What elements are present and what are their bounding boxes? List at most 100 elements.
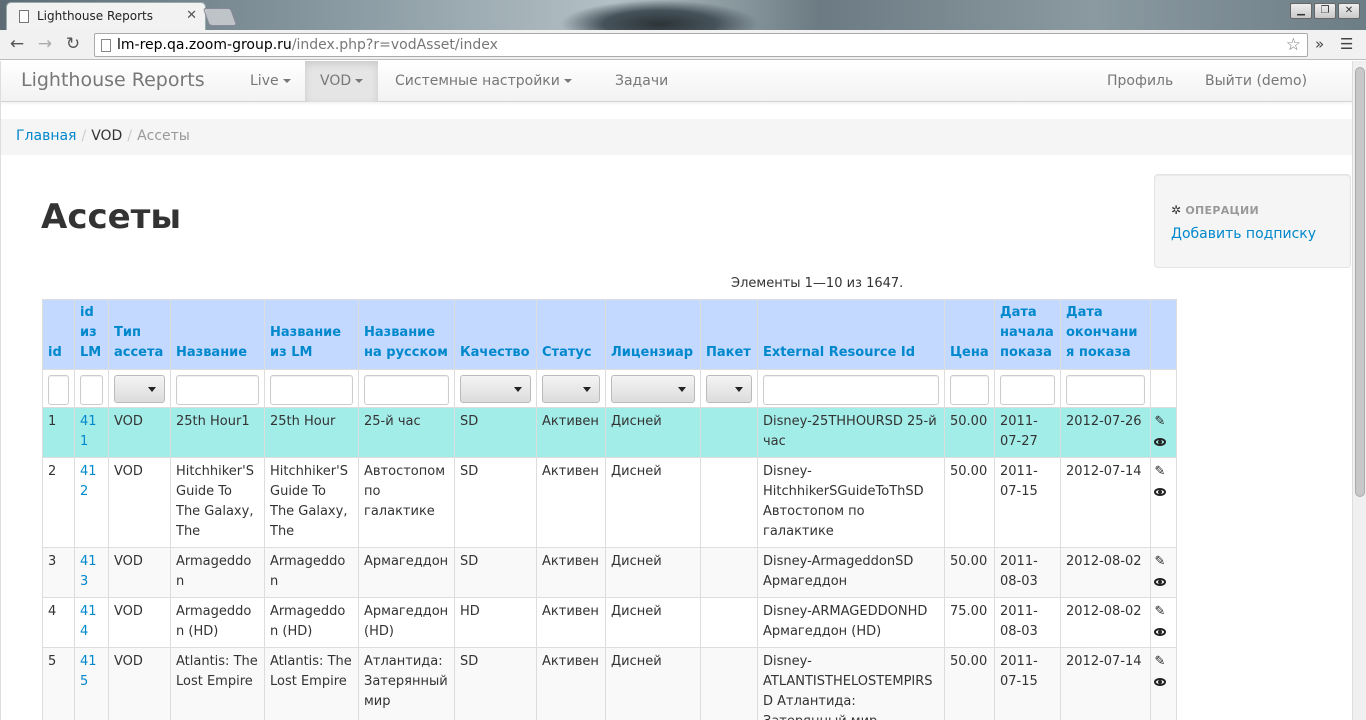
cell-end-date: 2012-08-02 — [1060, 547, 1151, 598]
cell-name-lm: Armageddon (HD) — [264, 597, 359, 648]
column-header-package[interactable]: Пакет — [700, 299, 758, 370]
edit-pencil-icon[interactable]: ✎ — [1153, 462, 1167, 481]
close-tab-icon[interactable]: ✕ — [186, 8, 197, 23]
address-bar[interactable]: lm-rep.qa.zoom-group.ru/index.php?r=vodA… — [94, 33, 1308, 57]
column-header-name-lm[interactable]: Название из LM — [264, 299, 359, 370]
view-eye-icon[interactable] — [1153, 621, 1167, 640]
back-icon[interactable]: ← — [6, 34, 28, 54]
column-header-price[interactable]: Цена — [944, 299, 995, 370]
cell-name-ru: Автостопом по галактике — [358, 457, 455, 548]
filter-asset-type-select[interactable] — [114, 375, 165, 403]
table-row[interactable]: 4 414 VOD Armageddon (HD) Armageddon (HD… — [42, 597, 1177, 648]
cell-status: Активен — [536, 407, 606, 458]
column-header-name[interactable]: Название — [170, 299, 265, 370]
filter-package-select[interactable] — [706, 375, 752, 403]
add-subscription-link[interactable]: Добавить подписку — [1171, 226, 1316, 242]
cell-lm-id-link[interactable]: 411 — [74, 407, 109, 458]
dropdown-arrow-icon — [583, 387, 591, 392]
cell-status: Активен — [536, 457, 606, 548]
brand[interactable]: Lighthouse Reports — [21, 69, 205, 91]
filter-name-ru-input[interactable] — [364, 375, 449, 405]
filter-name-input[interactable] — [176, 375, 259, 405]
gear-icon: ✲ — [1171, 203, 1182, 217]
table-row[interactable]: 1 411 VOD 25th Hour1 25th Hour 25-й час … — [42, 407, 1177, 458]
restore-icon[interactable]: ❐ — [1314, 3, 1336, 19]
assets-table: id id из LM Тип ассета Название Название… — [42, 299, 1177, 720]
filter-start-date-input[interactable] — [1000, 375, 1055, 405]
edit-pencil-icon[interactable]: ✎ — [1153, 412, 1167, 431]
cell-licensor: Дисней — [605, 457, 701, 548]
filter-cell — [536, 369, 606, 408]
cell-external-id: Disney-ATLANTISTHELOSTEMPIRSD Атлантида:… — [757, 647, 945, 720]
cell-name-lm: Atlantis: The Lost Empire — [264, 647, 359, 720]
column-header-quality[interactable]: Качество — [454, 299, 537, 370]
table-row[interactable]: 5 415 VOD Atlantis: The Lost Empire Atla… — [42, 647, 1177, 720]
filter-name-lm-input[interactable] — [270, 375, 353, 405]
cell-lm-id-link[interactable]: 415 — [74, 647, 109, 720]
column-header-end-date[interactable]: Дата окончания показа — [1060, 299, 1151, 370]
minimize-icon[interactable]: ▁ — [1290, 3, 1312, 19]
browser-tab[interactable]: Lighthouse Reports ✕ — [6, 2, 206, 30]
column-header-status[interactable]: Статус — [536, 299, 606, 370]
column-header-name-ru[interactable]: Название на русском — [358, 299, 455, 370]
cell-price: 75.00 — [944, 597, 995, 648]
scrollbar-thumb[interactable] — [1355, 67, 1365, 497]
nav-logout[interactable]: Выйти (demo) — [1190, 61, 1322, 102]
nav-vod[interactable]: VOD — [305, 61, 379, 102]
cell-actions: ✎ — [1150, 647, 1177, 720]
column-header-asset-type[interactable]: Тип ассета — [108, 299, 171, 370]
view-eye-icon[interactable] — [1153, 431, 1167, 450]
column-header-external-resource-id[interactable]: External Resource Id — [757, 299, 945, 370]
view-eye-icon[interactable] — [1153, 481, 1167, 500]
breadcrumb-home[interactable]: Главная — [16, 128, 76, 144]
view-eye-icon[interactable] — [1153, 571, 1167, 590]
column-header-id[interactable]: id — [42, 299, 75, 370]
filter-cell — [170, 369, 265, 408]
table-row[interactable]: 2 412 VOD Hitchhiker'S Guide To The Gala… — [42, 457, 1177, 548]
nav-tasks[interactable]: Задачи — [600, 61, 683, 102]
new-tab-button[interactable] — [202, 8, 238, 26]
nav-profile-label: Профиль — [1107, 73, 1174, 89]
url-host: lm-rep.qa.zoom-group.ru — [117, 37, 292, 53]
caret-down-icon — [563, 79, 572, 83]
edit-pencil-icon[interactable]: ✎ — [1153, 602, 1167, 621]
cell-licensor: Дисней — [605, 597, 701, 648]
cell-name: Armageddon (HD) — [170, 597, 265, 648]
extensions-icon[interactable]: » — [1315, 35, 1324, 53]
column-header-start-date[interactable]: Дата начала показа — [994, 299, 1061, 370]
page-scrollbar[interactable] — [1352, 61, 1366, 720]
bookmark-star-icon[interactable]: ☆ — [1286, 35, 1301, 55]
close-window-icon[interactable]: ✕ — [1338, 3, 1360, 19]
filter-id-input[interactable] — [48, 375, 69, 405]
filter-cell — [994, 369, 1061, 408]
filter-status-select[interactable] — [542, 375, 600, 403]
filter-external-id-input[interactable] — [763, 375, 939, 405]
cell-status: Активен — [536, 597, 606, 648]
edit-pencil-icon[interactable]: ✎ — [1153, 652, 1167, 671]
cell-price: 50.00 — [944, 407, 995, 458]
table-row[interactable]: 3 413 VOD Armageddon Armageddon Армагедд… — [42, 547, 1177, 598]
view-eye-icon[interactable] — [1153, 671, 1167, 690]
filter-lm-id-input[interactable] — [80, 375, 103, 405]
menu-icon[interactable]: ☰ — [1340, 35, 1353, 53]
cell-start-date: 2011-07-27 — [994, 407, 1061, 458]
edit-pencil-icon[interactable]: ✎ — [1153, 552, 1167, 571]
cell-name: Armageddon — [170, 547, 265, 598]
cell-lm-id-link[interactable]: 412 — [74, 457, 109, 548]
nav-profile[interactable]: Профиль — [1092, 61, 1188, 102]
cell-start-date: 2011-08-03 — [994, 547, 1061, 598]
cell-lm-id-link[interactable]: 414 — [74, 597, 109, 648]
filter-quality-select[interactable] — [460, 375, 531, 403]
filter-end-date-input[interactable] — [1066, 375, 1145, 405]
reload-icon[interactable]: ↻ — [62, 34, 84, 54]
forward-icon[interactable]: → — [34, 34, 56, 54]
cell-lm-id-link[interactable]: 413 — [74, 547, 109, 598]
column-header-lm-id[interactable]: id из LM — [74, 299, 109, 370]
filter-licensor-select[interactable] — [611, 375, 695, 403]
nav-system-settings[interactable]: Системные настройки — [380, 61, 587, 102]
nav-live[interactable]: Live — [235, 61, 306, 102]
column-header-licensor[interactable]: Лицензиар — [605, 299, 701, 370]
page-icon — [101, 39, 111, 52]
filter-price-input[interactable] — [950, 375, 989, 405]
cell-quality: HD — [454, 597, 537, 648]
